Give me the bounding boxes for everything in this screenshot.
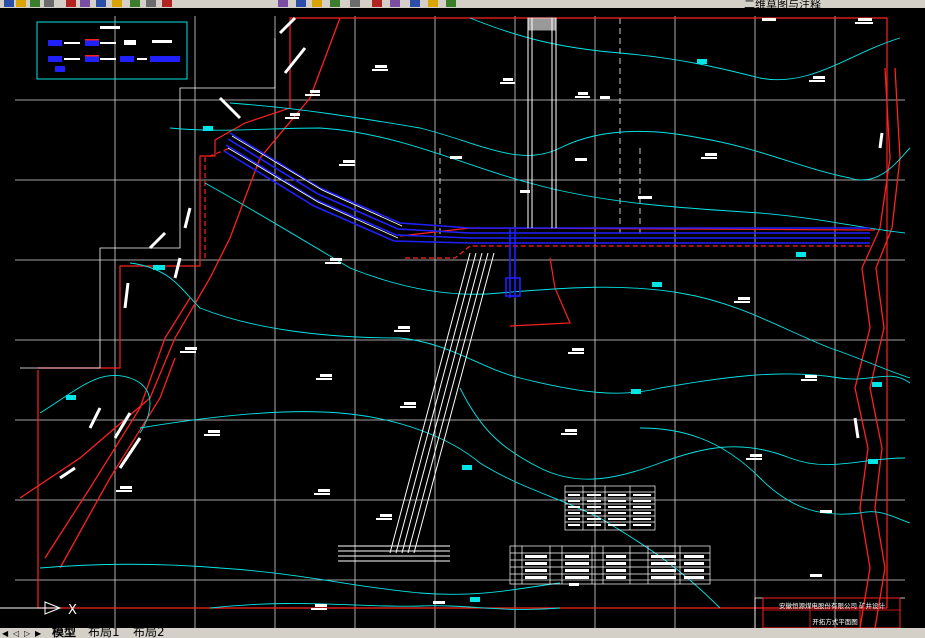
tab-model[interactable]: 模型 (52, 628, 76, 638)
layout-tab-bar: ◀ ◁ ▷ ▶ 模型 布局1 布局2 (0, 628, 925, 638)
zoom-previous-icon[interactable] (312, 0, 322, 7)
next-tab-button[interactable]: ▷ (24, 629, 30, 638)
title-block-company: 安徽恒源煤电股份有限公司 矿井设计 (779, 601, 886, 610)
first-tab-button[interactable]: ◀ (2, 629, 8, 638)
ucs-x-label: X (68, 603, 77, 618)
save-icon[interactable] (30, 0, 40, 7)
workspace-label[interactable]: 二维草图与注释 (744, 0, 821, 8)
last-tab-button[interactable]: ▶ (35, 629, 41, 638)
redo-icon[interactable] (146, 0, 156, 7)
standard-toolbar: 二维草图与注释 (0, 0, 925, 8)
tab-layout2[interactable]: 布局2 (133, 628, 165, 638)
calculator-icon[interactable] (428, 0, 438, 7)
copy-icon[interactable] (80, 0, 90, 7)
new-icon[interactable] (4, 0, 14, 7)
print-icon[interactable] (44, 0, 54, 7)
design-center-icon[interactable] (350, 0, 360, 7)
open-icon[interactable] (16, 0, 26, 7)
help-icon[interactable] (446, 0, 456, 7)
zoom-realtime-icon[interactable] (278, 0, 288, 7)
tab-layout1[interactable]: 布局1 (88, 628, 120, 638)
paste-icon[interactable] (96, 0, 106, 7)
zoom-window-icon[interactable] (296, 0, 306, 7)
pan-icon[interactable] (162, 0, 172, 7)
tool-palette-icon[interactable] (372, 0, 382, 7)
markup-icon[interactable] (410, 0, 420, 7)
undo-icon[interactable] (130, 0, 140, 7)
drawing-canvas[interactable]: 安徽恒源煤电股份有限公司 矿井设计 开拓方式平面图 X (0, 8, 925, 629)
sheet-set-icon[interactable] (390, 0, 400, 7)
cut-icon[interactable] (66, 0, 76, 7)
match-properties-icon[interactable] (112, 0, 122, 7)
prev-tab-button[interactable]: ◁ (13, 629, 19, 638)
properties-icon[interactable] (330, 0, 340, 7)
title-block-drawing-name: 开拓方式平面图 (812, 617, 858, 626)
